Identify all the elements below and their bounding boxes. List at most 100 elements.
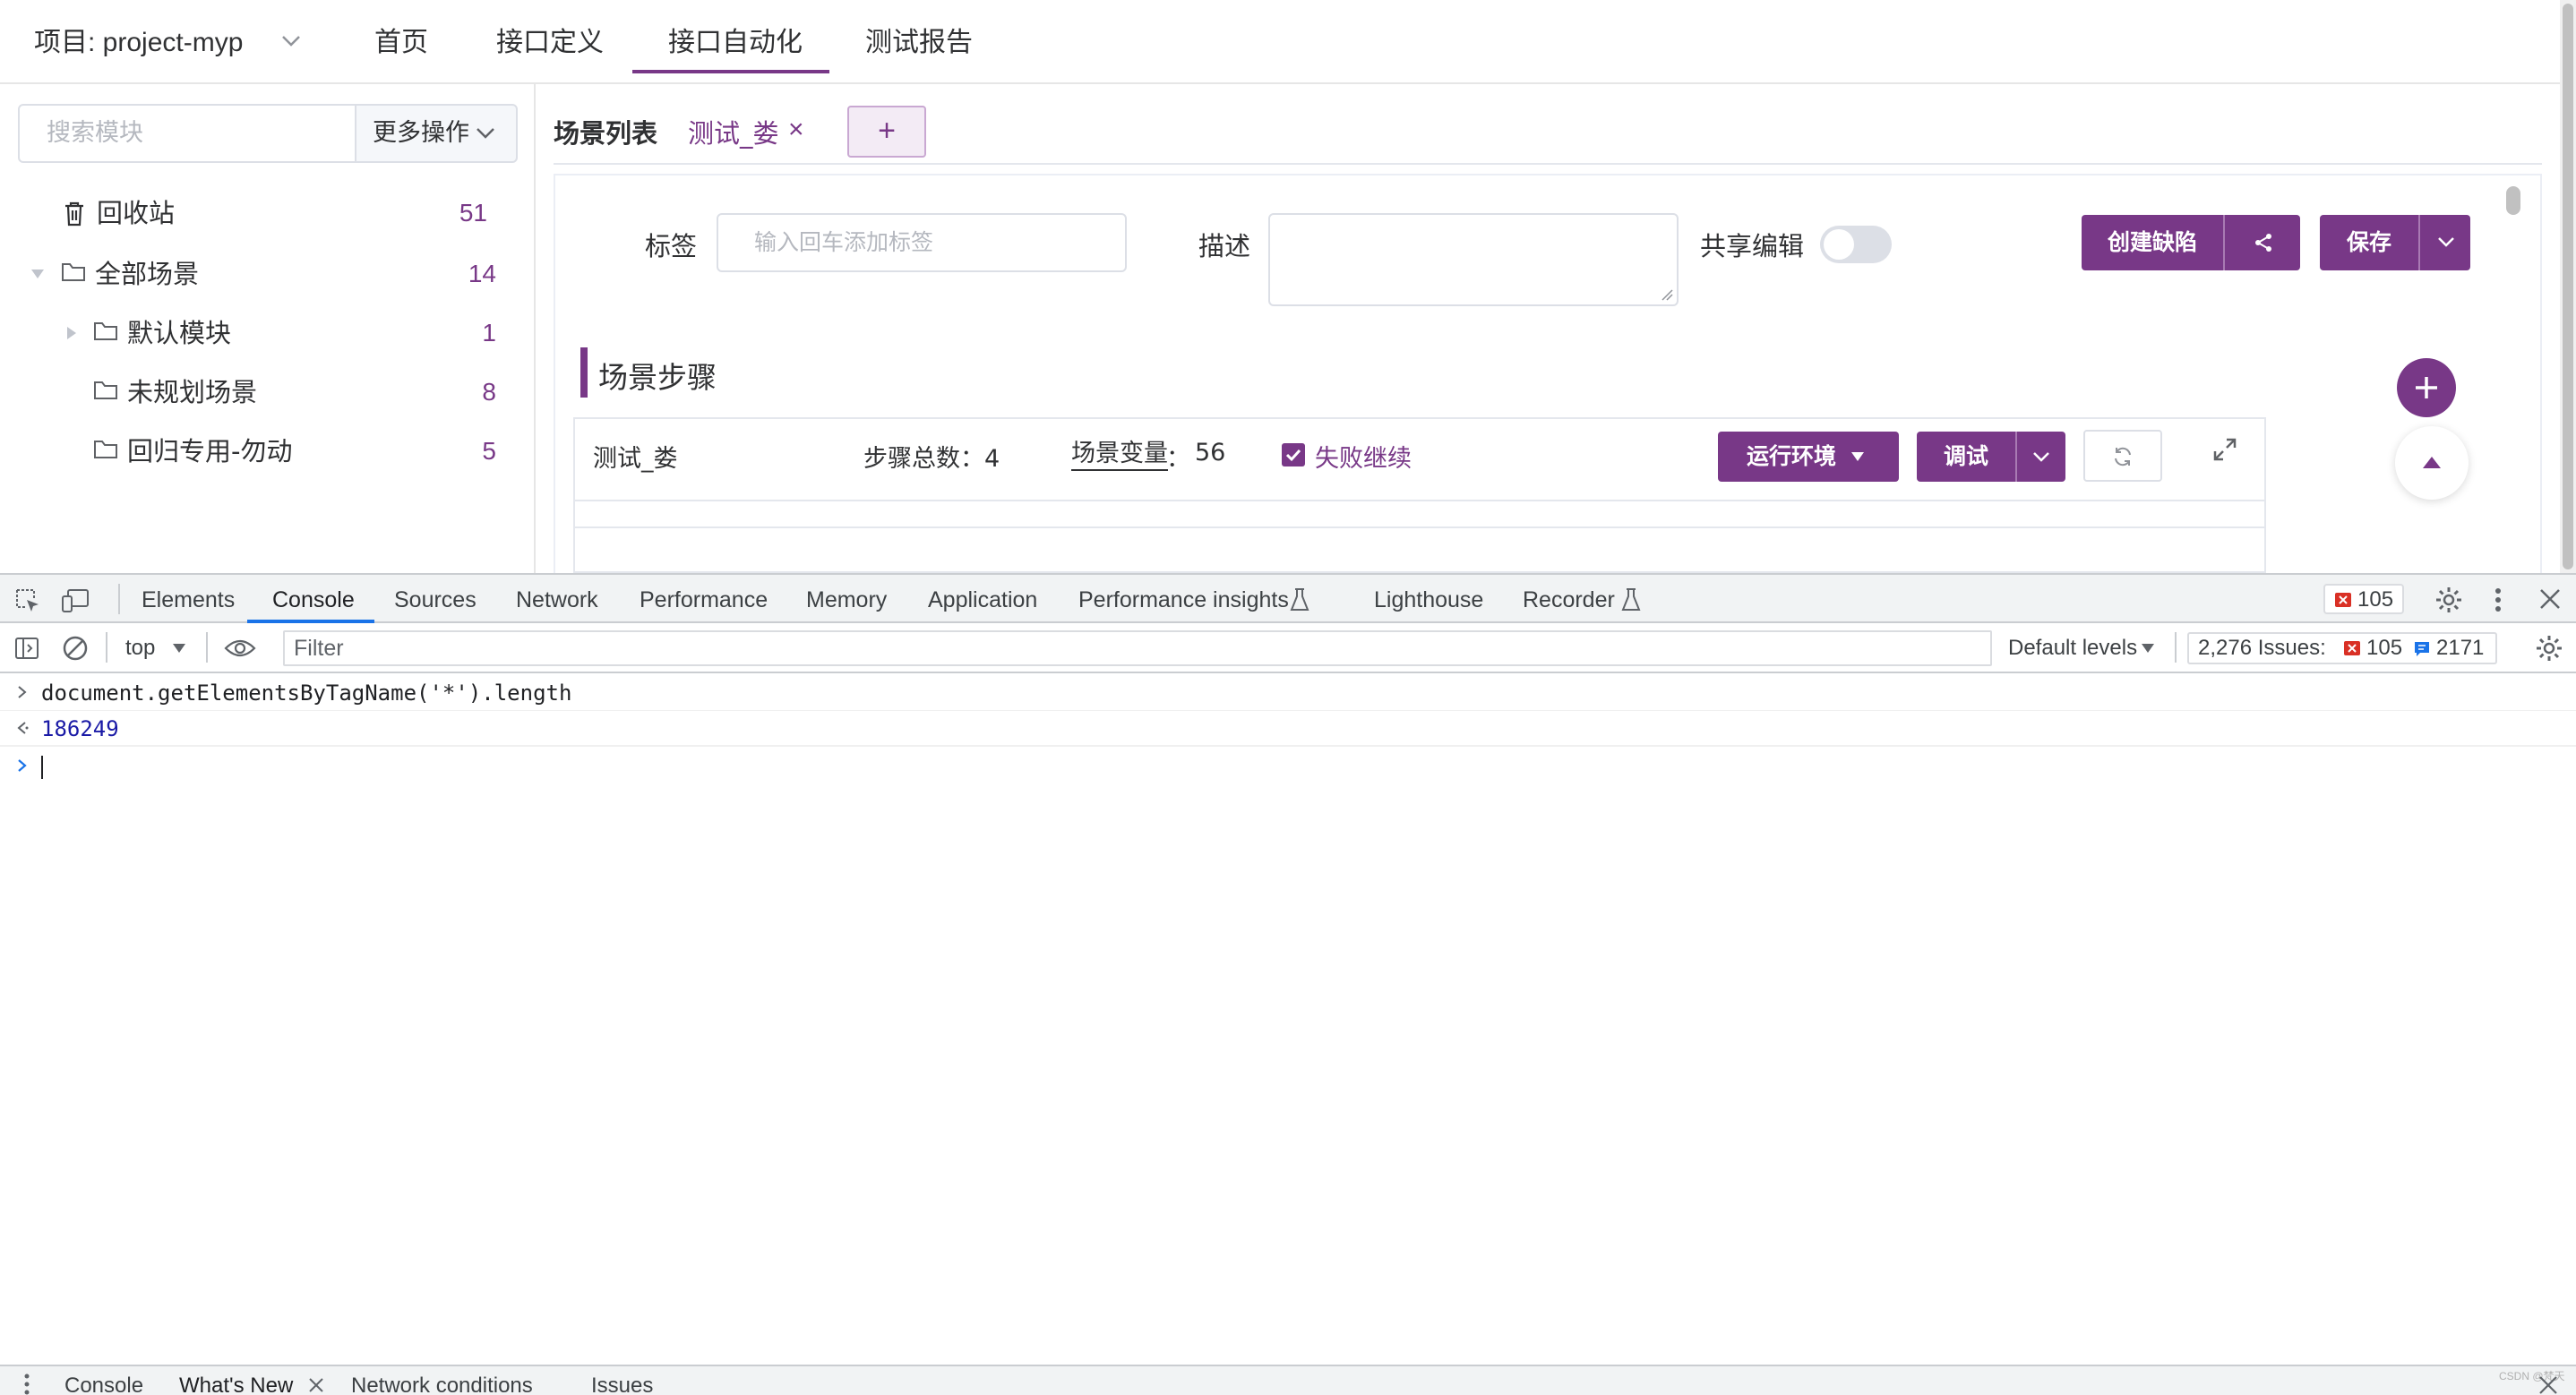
- caret-down-icon: [172, 643, 186, 654]
- default-levels-dropdown[interactable]: Default levels: [2008, 634, 2137, 663]
- chevron-down-icon: [2436, 235, 2456, 249]
- close-drawer-icon[interactable]: [2538, 1375, 2558, 1395]
- expand-icon[interactable]: [2212, 437, 2237, 462]
- share-button[interactable]: [2223, 215, 2300, 270]
- nav-api-definition[interactable]: 接口定义: [496, 23, 604, 63]
- chevron-down-icon[interactable]: [279, 32, 303, 50]
- text-cursor: [41, 756, 43, 779]
- continue-on-fail-label[interactable]: 失败继续: [1315, 439, 1412, 474]
- debug-dropdown-button[interactable]: [2015, 432, 2065, 482]
- close-devtools-icon[interactable]: [2538, 587, 2562, 611]
- run-environment-button[interactable]: 运行环境: [1718, 432, 1899, 482]
- nav-home[interactable]: 首页: [374, 23, 428, 63]
- toolbar-divider: [206, 632, 208, 663]
- tab-recorder[interactable]: Recorder: [1523, 586, 1615, 614]
- refresh-icon: [2112, 446, 2134, 467]
- add-step-fab[interactable]: [2397, 358, 2456, 417]
- tab-console[interactable]: Console: [272, 586, 355, 614]
- drawer-tab-console[interactable]: Console: [64, 1374, 143, 1395]
- scenario-name: 测试_娄: [593, 445, 678, 473]
- save-dropdown-button[interactable]: [2418, 215, 2470, 270]
- share-icon: [2254, 233, 2273, 252]
- add-tab-button[interactable]: +: [847, 106, 926, 158]
- module-search-input[interactable]: 搜索模块: [18, 104, 356, 163]
- tab-performance-insights[interactable]: Performance insights: [1078, 586, 1289, 614]
- window-scrollbar[interactable]: [2560, 0, 2576, 573]
- back-to-top-button[interactable]: [2395, 426, 2469, 500]
- checkbox-checked-icon[interactable]: [1281, 442, 1306, 467]
- issues-info-count: 2171: [2436, 636, 2485, 660]
- active-tab-indicator: [247, 620, 374, 623]
- chevron-down-icon: [2031, 449, 2051, 464]
- tree-item-recycle-bin[interactable]: 回收站: [97, 195, 175, 231]
- more-options-icon[interactable]: [2494, 586, 2503, 614]
- debug-button[interactable]: 调试: [1917, 432, 2015, 482]
- tag-input[interactable]: 输入回车添加标签: [717, 213, 1127, 272]
- close-tab-icon[interactable]: [308, 1377, 324, 1393]
- issues-counter[interactable]: 2,276 Issues: 105 2171: [2187, 632, 2497, 664]
- gear-icon[interactable]: [2434, 586, 2463, 614]
- prompt-chevron-icon: [16, 757, 29, 774]
- desc-label: 描述: [1198, 231, 1251, 261]
- variable-separator: ：: [1166, 445, 1190, 473]
- create-bug-button[interactable]: 创建缺陷: [2082, 215, 2223, 270]
- drawer-menu-icon[interactable]: [23, 1374, 30, 1395]
- section-accent-bar: [580, 347, 588, 398]
- nav-api-automation[interactable]: 接口自动化: [668, 23, 803, 63]
- scenario-variables-link[interactable]: 场景变量: [1071, 439, 1168, 471]
- tab-memory[interactable]: Memory: [806, 586, 887, 614]
- more-actions-dropdown[interactable]: 更多操作: [355, 104, 518, 163]
- devtools-panel: Elements Console Sources Network Perform…: [0, 573, 2576, 1395]
- drawer-tab-issues[interactable]: Issues: [591, 1374, 653, 1395]
- drawer-tab-whats-new[interactable]: What's New: [179, 1374, 293, 1395]
- toolbar-divider: [106, 632, 107, 663]
- description-textarea[interactable]: [1268, 213, 1679, 306]
- context-selector[interactable]: top: [125, 634, 155, 663]
- console-prompt-line[interactable]: [0, 749, 2576, 784]
- nav-active-indicator: [632, 70, 829, 73]
- close-icon[interactable]: ×: [788, 115, 804, 145]
- nav-test-report[interactable]: 测试报告: [865, 23, 973, 63]
- tree-item-all-scenarios[interactable]: 全部场景: [95, 256, 199, 292]
- folder-icon: [93, 439, 118, 460]
- tree-item-default-module[interactable]: 默认模块: [127, 315, 231, 351]
- tab-scenario-active[interactable]: 测试_娄: [688, 113, 779, 150]
- error-icon: [2343, 640, 2361, 656]
- error-counter-badge[interactable]: 105: [2323, 584, 2404, 614]
- live-expression-eye-icon[interactable]: [224, 638, 256, 659]
- info-icon: [2413, 640, 2431, 658]
- tab-sources[interactable]: Sources: [394, 586, 477, 614]
- web-app: 项目: project-myp 首页 接口定义 接口自动化 测试报告 搜索模块 …: [0, 0, 2576, 573]
- drawer-tab-network-conditions[interactable]: Network conditions: [351, 1374, 533, 1395]
- refresh-button[interactable]: [2083, 430, 2162, 482]
- clear-console-icon[interactable]: [63, 636, 88, 661]
- console-settings-gear-icon[interactable]: [2535, 634, 2563, 663]
- chevron-down-icon: [475, 125, 496, 141]
- tab-network[interactable]: Network: [516, 586, 598, 614]
- project-selector[interactable]: 项目: project-myp: [34, 23, 243, 63]
- console-output-value[interactable]: 186249: [41, 716, 119, 741]
- tab-elements[interactable]: Elements: [142, 586, 235, 614]
- tree-count: 8: [482, 378, 496, 406]
- console-input-code[interactable]: document.getElementsByTagName('*').lengt…: [41, 680, 571, 706]
- tree-item-unplanned[interactable]: 未规划场景: [127, 374, 257, 410]
- console-filter-input[interactable]: Filter: [283, 630, 1992, 666]
- console-input-line: document.getElementsByTagName('*').lengt…: [0, 675, 2576, 711]
- sidebar-toggle-icon[interactable]: [14, 636, 39, 661]
- tab-scenario-list[interactable]: 场景列表: [554, 113, 657, 150]
- folder-icon: [93, 380, 118, 401]
- window-scroll-thumb[interactable]: [2563, 4, 2573, 569]
- save-button[interactable]: 保存: [2320, 215, 2418, 270]
- caret-right-icon[interactable]: [66, 326, 77, 340]
- tree-item-regression[interactable]: 回归专用-勿动: [127, 433, 292, 469]
- step-total: 步骤总数：4: [863, 445, 1000, 473]
- panel-scrollbar[interactable]: [2506, 186, 2520, 215]
- tab-application[interactable]: Application: [928, 586, 1037, 614]
- device-toolbar-icon[interactable]: [61, 587, 91, 614]
- caret-down-icon[interactable]: [30, 269, 45, 279]
- tab-lighthouse[interactable]: Lighthouse: [1374, 586, 1483, 614]
- inspect-element-icon[interactable]: [14, 587, 41, 614]
- tabs-divider: [554, 163, 2542, 165]
- resize-handle-icon[interactable]: [1661, 288, 1673, 301]
- tab-performance[interactable]: Performance: [640, 586, 768, 614]
